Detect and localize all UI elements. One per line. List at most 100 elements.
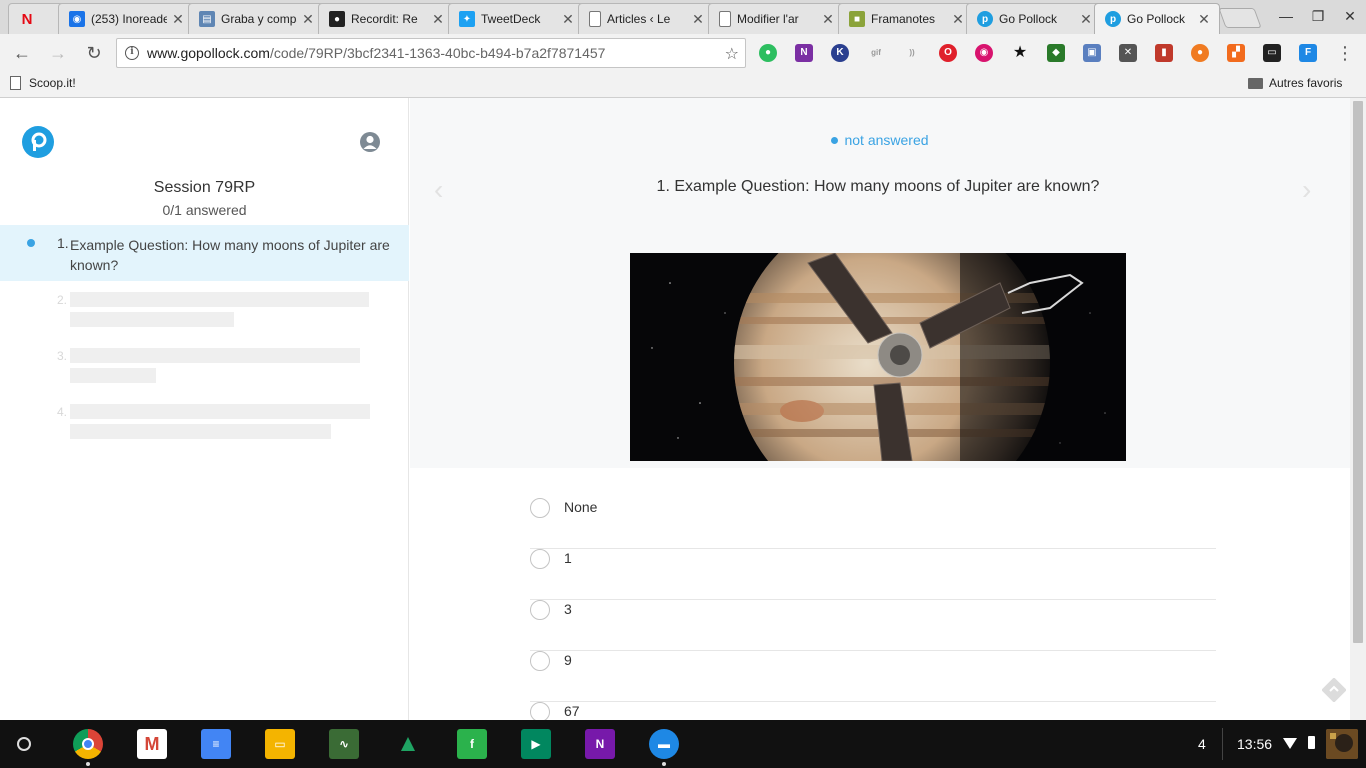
other-bookmarks[interactable]: Autres favoris [1248, 76, 1342, 90]
play-store-icon[interactable]: ▶ [521, 729, 551, 759]
close-tab-icon[interactable]: ✕ [561, 11, 575, 28]
pocket-icon[interactable]: ◉ [975, 44, 993, 62]
url-host: www.gopollock.com [147, 45, 270, 61]
new-tab-button[interactable] [1218, 8, 1262, 28]
page-scrollbar[interactable] [1350, 98, 1366, 720]
browser-tab[interactable]: ◉ (253) Inoreader ✕ [58, 3, 194, 34]
bookmark-label: Scoop.it! [29, 76, 76, 90]
account-icon[interactable] [360, 132, 380, 152]
browser-tab-strip: N ◉ (253) Inoreader ✕ ▤ Graba y comparte ✕ ● Rec… [0, 0, 1366, 34]
browser-tab[interactable]: p Go Pollock ✕ [1094, 3, 1220, 34]
answer-option[interactable]: 1 [530, 549, 1216, 600]
close-tab-icon[interactable]: ✕ [171, 11, 185, 28]
radio-button[interactable] [530, 600, 550, 620]
placeholder-line [70, 424, 331, 439]
gmail-icon[interactable]: M [137, 729, 167, 759]
cast-icon[interactable]: ▣ [1083, 44, 1101, 62]
files-icon[interactable]: ▬ [649, 729, 679, 766]
desktop-icon[interactable]: ▭ [1263, 44, 1281, 62]
photo-app-icon[interactable]: ∿ [329, 729, 359, 759]
page-icon [589, 11, 601, 27]
notification-count[interactable]: 4 [1198, 736, 1206, 752]
radio-button[interactable] [530, 549, 550, 569]
close-tab-icon[interactable]: ✕ [1197, 11, 1211, 28]
radio-button[interactable] [530, 702, 550, 720]
forward-button[interactable]: → [46, 42, 70, 64]
help-icon[interactable] [1321, 677, 1347, 703]
bookmark-star-icon[interactable]: ☆ [725, 44, 739, 64]
feedly-app-icon[interactable]: f [457, 729, 487, 759]
close-tab-icon[interactable]: ✕ [1079, 11, 1093, 28]
giphy-icon[interactable]: gif [867, 44, 885, 62]
chrome-menu-icon[interactable]: ⋮ [1336, 42, 1354, 64]
star-black-icon[interactable]: ★ [1011, 44, 1029, 62]
scrollbar-thumb[interactable] [1353, 101, 1363, 643]
answer-option[interactable]: 67 [530, 702, 1216, 720]
close-window-icon[interactable]: ✕ [1340, 6, 1360, 26]
question-panel: not answered ‹ › 1. Example Question: Ho… [410, 98, 1350, 720]
placeholder-line [70, 348, 360, 363]
inoreader-icon: ◉ [69, 11, 85, 27]
close-tab-icon[interactable]: ✕ [821, 11, 835, 28]
site-info-icon[interactable]: i [125, 46, 139, 60]
browser-tab[interactable]: Articles ‹ Le ✕ [578, 3, 714, 34]
reload-button[interactable]: ↻ [82, 42, 106, 64]
rss-icon[interactable]: )) [903, 44, 921, 62]
tools-icon[interactable]: ✕ [1119, 44, 1137, 62]
close-tab-icon[interactable]: ✕ [691, 11, 705, 28]
minimize-icon[interactable]: — [1276, 6, 1296, 26]
chrome-icon[interactable] [73, 729, 103, 766]
radio-button[interactable] [530, 498, 550, 518]
turtle-icon[interactable]: ◆ [1047, 44, 1065, 62]
system-clock[interactable]: 13:56 [1237, 736, 1272, 752]
session-sidebar: Session 79RP 0/1 answered 1. Example Que… [0, 98, 409, 720]
tab-title: Framanotes [871, 12, 936, 26]
browser-tab[interactable]: ● Recordit: Re ✕ [318, 3, 454, 34]
bookmarks-bar: Scoop.it! Autres favoris [0, 72, 1366, 98]
browser-tab[interactable]: ▤ Graba y comparte ✕ [188, 3, 324, 34]
slides-icon[interactable]: ▭ [265, 729, 295, 759]
browser-tab[interactable]: Modifier l'ar ✕ [708, 3, 844, 34]
opera-icon[interactable]: O [939, 44, 957, 62]
tweetdeck-icon: ✦ [459, 11, 475, 27]
os-shelf: M ≡ ▭ ∿ ▲ f ▶ N ▬ 4 13:56 [0, 720, 1366, 768]
answer-option[interactable]: None [530, 498, 1216, 549]
onenote-app-icon[interactable]: N [585, 729, 615, 759]
onenote-icon[interactable]: N [795, 44, 813, 62]
placeholder-line [70, 404, 370, 419]
browser-tab[interactable]: ■ Framanotes ✕ [838, 3, 974, 34]
close-tab-icon[interactable]: ✕ [431, 11, 445, 28]
running-indicator [662, 762, 666, 766]
user-avatar[interactable] [1326, 729, 1358, 759]
klout-icon[interactable]: K [831, 44, 849, 62]
close-tab-icon[interactable]: ✕ [951, 11, 965, 28]
wifi-icon[interactable] [1283, 738, 1297, 749]
running-indicator [86, 762, 90, 766]
book-icon[interactable]: ▮ [1155, 44, 1173, 62]
battery-icon[interactable] [1308, 736, 1315, 749]
evernote-icon[interactable]: ● [759, 44, 777, 62]
browser-tab[interactable]: ✦ TweetDeck ✕ [448, 3, 584, 34]
radio-button[interactable] [530, 651, 550, 671]
screencast-icon: ▤ [199, 11, 215, 27]
address-bar[interactable]: i www.gopollock.com/code/79RP/3bcf2341-1… [116, 38, 746, 68]
sidebar-question-1[interactable]: 1. Example Question: How many moons of J… [0, 225, 409, 281]
octopus-icon[interactable]: ● [1191, 44, 1209, 62]
back-button[interactable]: ← [10, 42, 34, 64]
close-tab-icon[interactable]: ✕ [301, 11, 315, 28]
maximize-icon[interactable]: ❐ [1308, 6, 1328, 26]
drive-icon[interactable]: ▲ [393, 729, 423, 759]
stack-icon[interactable]: ▞ [1227, 44, 1245, 62]
answer-option[interactable]: 3 [530, 600, 1216, 651]
option-label: 1 [564, 550, 572, 566]
launcher-icon[interactable] [17, 737, 31, 751]
placeholder-line [70, 368, 156, 383]
feedly-icon[interactable]: F [1299, 44, 1317, 62]
browser-tab[interactable]: p Go Pollock ✕ [966, 3, 1102, 34]
browser-tab[interactable]: N [8, 3, 64, 34]
bookmark-scoopit[interactable]: Scoop.it! [10, 76, 76, 90]
answer-option[interactable]: 9 [530, 651, 1216, 702]
pollock-logo[interactable] [22, 126, 54, 158]
status-dot-icon [831, 136, 839, 144]
docs-icon[interactable]: ≡ [201, 729, 231, 759]
